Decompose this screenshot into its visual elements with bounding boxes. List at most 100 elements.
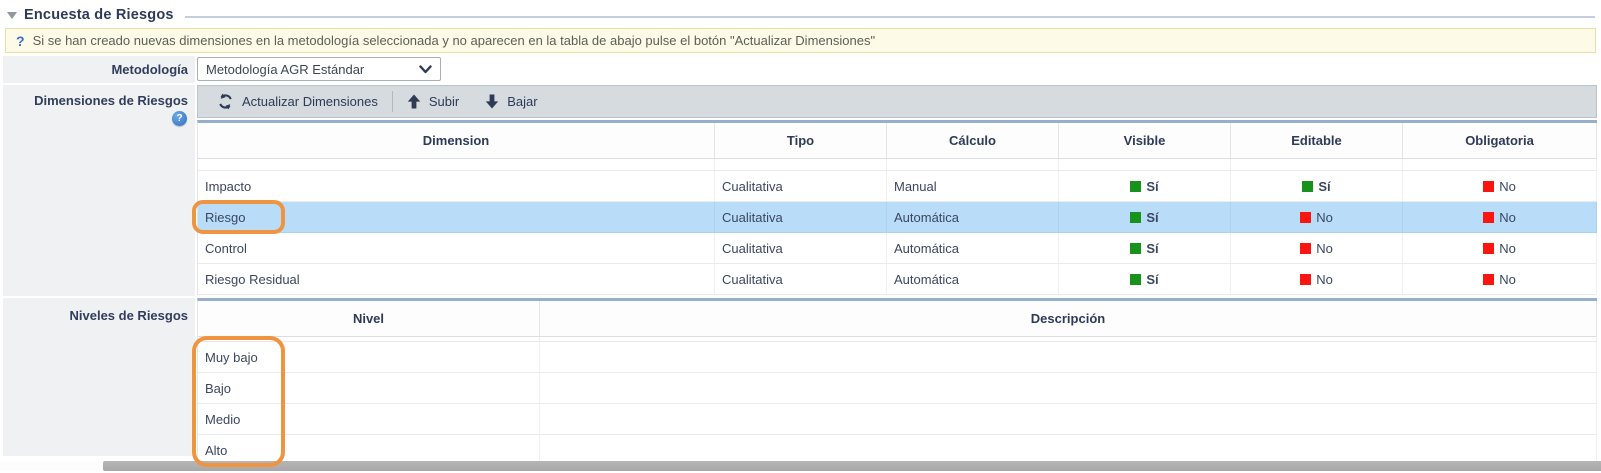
tipo-cell: Cualitativa <box>715 171 887 202</box>
dimensiones-toolbar: Actualizar Dimensiones Subir Bajar <box>197 85 1597 118</box>
dimensiones-row[interactable]: Riesgo Cualitativa Automática Sí No No <box>198 202 1597 233</box>
niveles-row[interactable]: Bajo <box>198 373 1597 404</box>
editable-value: No <box>1316 241 1333 256</box>
status-square-icon <box>1483 181 1494 192</box>
obligatoria-cell: No <box>1403 171 1597 202</box>
panel-title: Encuesta de Riesgos <box>24 7 174 23</box>
dimension-cell: Riesgo <box>198 202 715 233</box>
status-square-icon <box>1300 274 1311 285</box>
visible-cell: Sí <box>1059 233 1231 264</box>
status-square-icon <box>1300 243 1311 254</box>
metodologia-label: Metodología <box>3 56 195 83</box>
dimensiones-label: Dimensiones de Riesgos <box>3 85 195 108</box>
collapse-icon[interactable] <box>7 12 17 19</box>
obligatoria-cell: No <box>1403 264 1597 295</box>
niveles-label-cell: Niveles de Riesgos <box>3 298 195 456</box>
header-spacer-row <box>198 159 1597 171</box>
obligatoria-cell: No <box>1403 233 1597 264</box>
tipo-cell: Cualitativa <box>715 233 887 264</box>
descripcion-cell <box>540 373 1597 404</box>
calculo-cell: Automática <box>887 233 1059 264</box>
metodologia-selected-value: Metodología AGR Estándar <box>206 62 419 77</box>
status-square-icon <box>1130 243 1141 254</box>
column-header-dimension: Dimension <box>198 123 715 159</box>
obligatoria-value: No <box>1499 179 1516 194</box>
bajar-button[interactable]: Bajar <box>479 86 543 117</box>
column-header-calculo: Cálculo <box>887 123 1059 159</box>
question-mark-icon: ? <box>16 33 25 49</box>
visible-cell: Sí <box>1059 202 1231 233</box>
editable-cell: Sí <box>1231 171 1403 202</box>
visible-value: Sí <box>1146 179 1158 194</box>
help-icon[interactable]: ? <box>172 111 187 126</box>
subir-button[interactable]: Subir <box>401 86 465 117</box>
niveles-row[interactable]: Muy bajo <box>198 342 1597 373</box>
editable-cell: No <box>1231 202 1403 233</box>
arrow-down-icon <box>485 94 499 109</box>
niveles-label: Niveles de Riesgos <box>3 298 195 323</box>
metodologia-label-cell: Metodología <box>3 56 195 83</box>
tipo-cell: Cualitativa <box>715 264 887 295</box>
horizontal-scrollbar-thumb[interactable] <box>103 461 1601 471</box>
niveles-header-row: Nivel Descripción <box>198 301 1597 337</box>
column-header-editable: Editable <box>1231 123 1403 159</box>
dimension-cell: Riesgo Residual <box>198 264 715 295</box>
descripcion-cell <box>540 342 1597 373</box>
panel-header: Encuesta de Riesgos <box>7 6 1595 24</box>
bajar-label: Bajar <box>507 94 537 109</box>
calculo-cell: Automática <box>887 202 1059 233</box>
column-header-tipo: Tipo <box>715 123 887 159</box>
obligatoria-value: No <box>1499 272 1516 287</box>
status-square-icon <box>1130 274 1141 285</box>
chevron-down-icon <box>419 65 432 74</box>
calculo-cell: Automática <box>887 264 1059 295</box>
metodologia-select[interactable]: Metodología AGR Estándar <box>197 57 441 81</box>
actualizar-dimensiones-button[interactable]: Actualizar Dimensiones <box>211 86 384 117</box>
visible-value: Sí <box>1146 272 1158 287</box>
editable-cell: No <box>1231 233 1403 264</box>
status-square-icon <box>1130 181 1141 192</box>
subir-label: Subir <box>429 94 459 109</box>
header-divider <box>185 16 1595 18</box>
status-square-icon <box>1483 274 1494 285</box>
status-square-icon <box>1300 212 1311 223</box>
editable-value: Sí <box>1318 179 1330 194</box>
obligatoria-value: No <box>1499 241 1516 256</box>
obligatoria-cell: No <box>1403 202 1597 233</box>
column-header-descripcion: Descripción <box>540 301 1597 337</box>
info-bar: ? Si se han creado nuevas dimensiones en… <box>5 28 1596 53</box>
tipo-cell: Cualitativa <box>715 202 887 233</box>
dimension-cell: Control <box>198 233 715 264</box>
dimensiones-row[interactable]: Riesgo Residual Cualitativa Automática S… <box>198 264 1597 295</box>
info-message: Si se han creado nuevas dimensiones en l… <box>33 33 876 48</box>
status-square-icon <box>1483 212 1494 223</box>
column-header-nivel: Nivel <box>198 301 540 337</box>
niveles-table: Nivel Descripción Muy bajo Bajo Medio Al… <box>197 298 1597 466</box>
visible-value: Sí <box>1146 241 1158 256</box>
refresh-icon <box>217 93 234 110</box>
column-header-obligatoria: Obligatoria <box>1403 123 1597 159</box>
toolbar-separator <box>392 91 393 112</box>
horizontal-scrollbar <box>0 461 1601 471</box>
encuesta-panel: Encuesta de Riesgos ? Si se han creado n… <box>0 0 1601 473</box>
status-square-icon <box>1130 212 1141 223</box>
actualizar-dimensiones-label: Actualizar Dimensiones <box>242 94 378 109</box>
visible-value: Sí <box>1146 210 1158 225</box>
editable-value: No <box>1316 272 1333 287</box>
dimensiones-row[interactable]: Control Cualitativa Automática Sí No No <box>198 233 1597 264</box>
dimensiones-row[interactable]: Impacto Cualitativa Manual Sí Sí No <box>198 171 1597 202</box>
niveles-row[interactable]: Medio <box>198 404 1597 435</box>
arrow-up-icon <box>407 94 421 109</box>
dimensiones-label-cell: Dimensiones de Riesgos ? <box>3 85 195 296</box>
nivel-cell: Bajo <box>198 373 540 404</box>
visible-cell: Sí <box>1059 264 1231 295</box>
nivel-cell: Medio <box>198 404 540 435</box>
nivel-cell: Muy bajo <box>198 342 540 373</box>
editable-cell: No <box>1231 264 1403 295</box>
descripcion-cell <box>540 404 1597 435</box>
dimensiones-header-row: Dimension Tipo Cálculo Visible Editable … <box>198 123 1597 159</box>
calculo-cell: Manual <box>887 171 1059 202</box>
column-header-visible: Visible <box>1059 123 1231 159</box>
status-square-icon <box>1483 243 1494 254</box>
status-square-icon <box>1302 181 1313 192</box>
